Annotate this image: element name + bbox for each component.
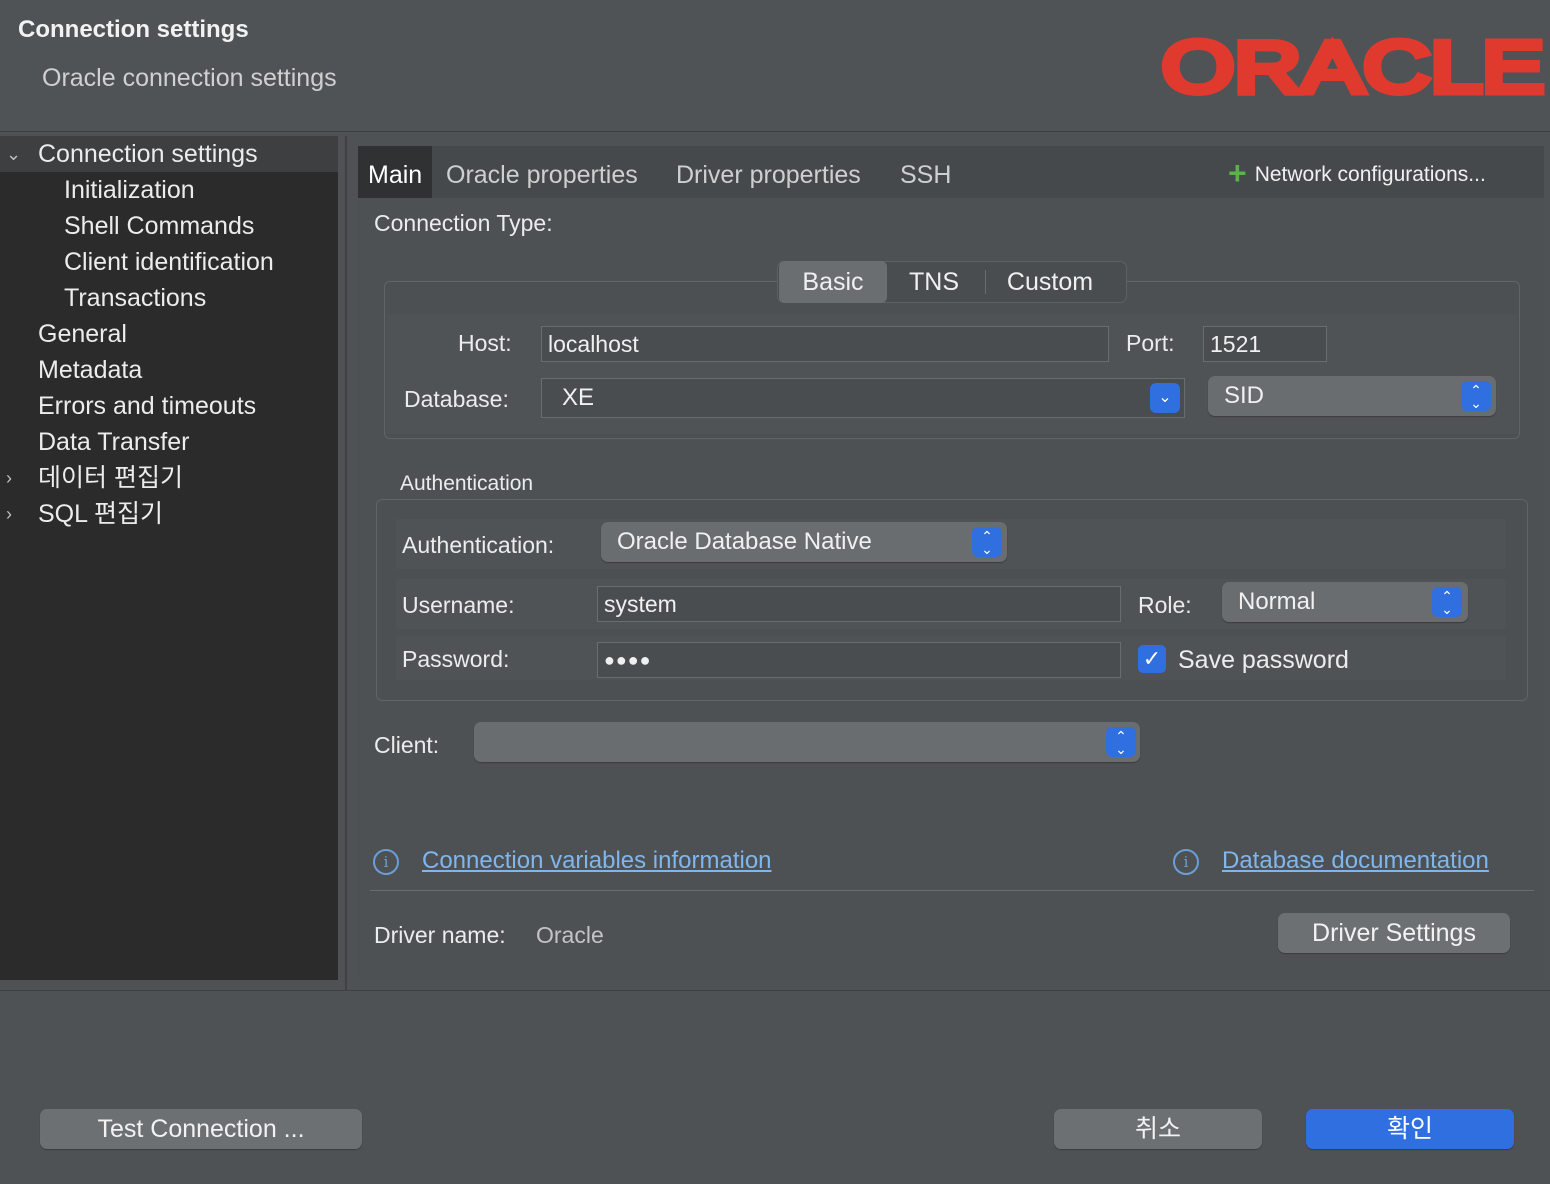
network-configurations-label: Network configurations... — [1254, 163, 1486, 186]
chevron-down-icon[interactable]: ⌄ — [6, 136, 24, 172]
host-label: Host: — [458, 330, 512, 356]
connection-type-basic[interactable]: Basic — [779, 261, 887, 303]
tab-ssh[interactable]: SSH — [900, 146, 951, 198]
tree-item-label: Connection settings — [38, 140, 258, 168]
tree-item-data-transfer[interactable]: Data Transfer — [0, 424, 338, 460]
client-select[interactable] — [474, 722, 1140, 762]
database-documentation-link[interactable]: Database documentation — [1222, 847, 1489, 875]
tree-item-client-identification[interactable]: Client identification — [0, 244, 338, 280]
username-input[interactable]: system — [597, 586, 1121, 622]
role-label: Role: — [1138, 592, 1192, 618]
tree-item-label: Errors and timeouts — [38, 392, 257, 420]
username-label: Username: — [402, 592, 515, 618]
updown-chevron-icon[interactable]: ⌃ ⌄ — [1461, 381, 1491, 411]
connection-type-tns[interactable]: TNS — [888, 261, 980, 303]
connection-type-custom[interactable]: Custom — [988, 261, 1112, 303]
authentication-label: Authentication: — [402, 532, 555, 558]
connection-type-label: Connection Type: — [374, 210, 553, 236]
tree-item-connection-settings[interactable]: ⌄ Connection settings — [0, 136, 338, 172]
cancel-button[interactable]: 취소 — [1054, 1109, 1262, 1149]
database-label: Database: — [404, 386, 509, 412]
tree-item-sql-editor[interactable]: › SQL 편집기 — [0, 496, 338, 532]
tree-item-label: 데이터 편집기 — [38, 464, 183, 492]
tree-item-errors-timeouts[interactable]: Errors and timeouts — [0, 388, 338, 424]
driver-settings-button[interactable]: Driver Settings — [1278, 913, 1510, 953]
save-password-label: Save password — [1178, 646, 1349, 674]
segment-divider — [985, 270, 986, 294]
driver-name-value: Oracle — [536, 922, 604, 948]
tree-item-label: Transactions — [64, 284, 207, 312]
tree-item-label: Initialization — [64, 176, 195, 204]
port-input[interactable]: 1521 — [1203, 326, 1327, 362]
client-label: Client: — [374, 732, 440, 758]
password-input[interactable]: ●●●● — [597, 642, 1121, 678]
save-password-checkbox[interactable]: ✓ — [1138, 645, 1166, 673]
tree-item-initialization[interactable]: Initialization — [0, 172, 338, 208]
driver-name-label: Driver name: — [374, 922, 506, 948]
sid-select[interactable]: SID — [1208, 376, 1496, 416]
tree-item-general[interactable]: General — [0, 316, 338, 352]
tab-oracle-properties[interactable]: Oracle properties — [446, 146, 638, 198]
tree-item-label: SQL 편집기 — [38, 500, 164, 528]
authentication-group-title: Authentication — [400, 472, 534, 495]
tree-item-metadata[interactable]: Metadata — [0, 352, 338, 388]
footer-divider — [0, 990, 1550, 991]
ok-button[interactable]: 확인 — [1306, 1109, 1514, 1149]
network-configurations-button[interactable]: + Network configurations... — [1228, 156, 1486, 190]
info-icon: i — [373, 849, 399, 875]
tree-item-transactions[interactable]: Transactions — [0, 280, 338, 316]
password-label: Password: — [402, 646, 510, 672]
database-combo[interactable]: XE — [541, 378, 1185, 418]
updown-chevron-icon[interactable]: ⌃ ⌄ — [972, 527, 1002, 557]
info-icon: i — [1173, 849, 1199, 875]
dialog-subtitle: Oracle connection settings — [42, 64, 337, 92]
tab-main[interactable]: Main — [358, 146, 433, 198]
tree-item-label: General — [38, 320, 127, 348]
port-label: Port: — [1126, 330, 1175, 356]
tab-driver-properties[interactable]: Driver properties — [676, 146, 861, 198]
connection-variables-link[interactable]: Connection variables information — [422, 847, 772, 875]
oracle-logo-text: ORACLE — [1162, 34, 1544, 100]
tree-item-label: Data Transfer — [38, 428, 190, 456]
dialog-title: Connection settings — [18, 16, 249, 43]
tree-item-label: Shell Commands — [64, 212, 255, 240]
oracle-logo: ORACLE — [1160, 34, 1548, 100]
host-input[interactable]: localhost — [541, 326, 1109, 362]
tree-divider — [345, 136, 347, 990]
chevron-right-icon[interactable]: › — [6, 496, 24, 532]
tree-item-label: Metadata — [38, 356, 143, 384]
updown-chevron-icon[interactable]: ⌃ ⌄ — [1106, 727, 1136, 757]
divider — [370, 890, 1534, 891]
plus-icon: + — [1228, 155, 1247, 191]
chevron-down-icon[interactable]: ⌄ — [1150, 383, 1180, 413]
chevron-right-icon[interactable]: › — [6, 460, 24, 496]
test-connection-button[interactable]: Test Connection ... — [40, 1109, 362, 1149]
tree-item-data-editor[interactable]: › 데이터 편집기 — [0, 460, 338, 496]
authentication-select[interactable]: Oracle Database Native — [601, 522, 1007, 562]
updown-chevron-icon[interactable]: ⌃ ⌄ — [1432, 587, 1462, 617]
tree-item-label: Client identification — [64, 248, 274, 276]
tree-item-shell-commands[interactable]: Shell Commands — [0, 208, 338, 244]
